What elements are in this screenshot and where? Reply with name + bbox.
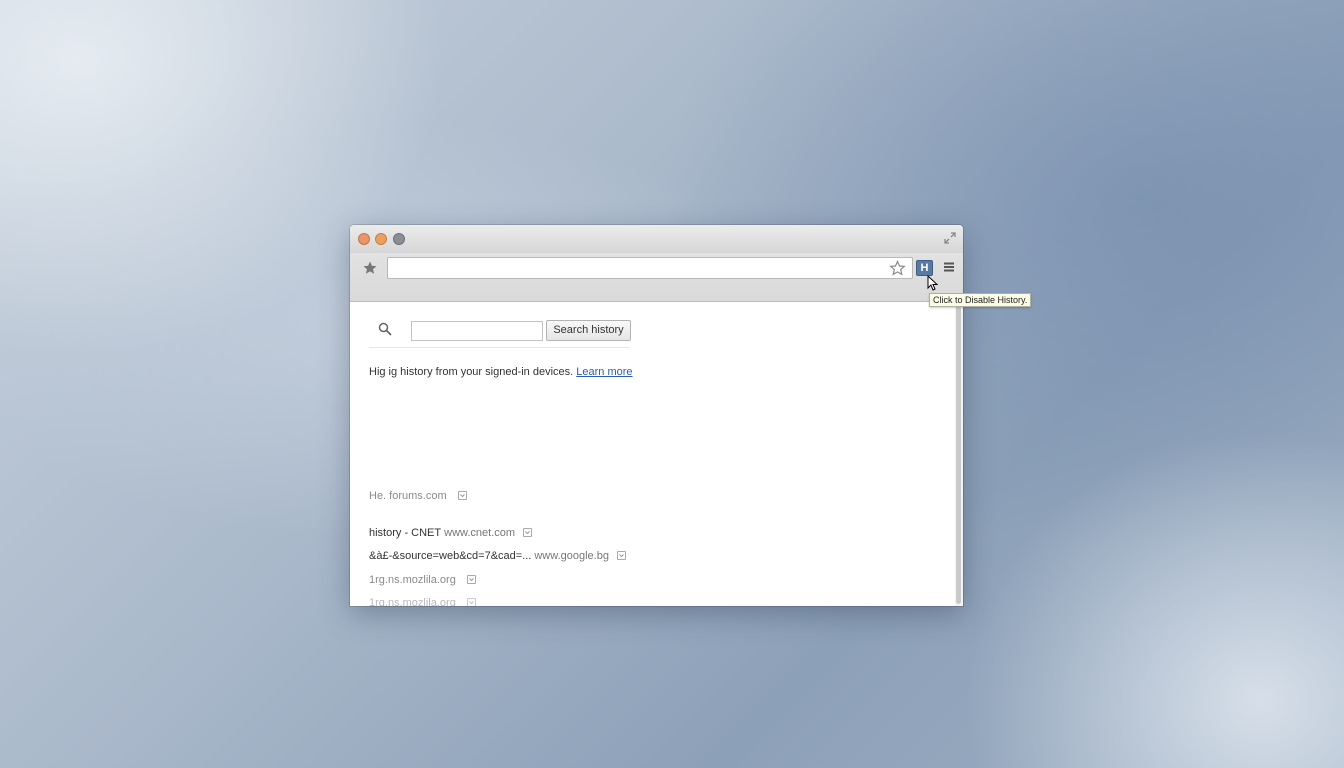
star-icon[interactable]	[889, 260, 906, 277]
entry-title[interactable]: 1rg.ns.mozlila.org	[369, 597, 456, 606]
divider	[369, 347, 630, 348]
chevron-down-icon[interactable]	[457, 490, 467, 500]
history-entry[interactable]: history - CNET www.cnet.com	[369, 527, 533, 539]
vertical-scrollbar[interactable]	[955, 302, 963, 606]
zoom-window-button[interactable]	[393, 233, 405, 245]
history-entry[interactable]: &à£-&source=web&cd=7&cad=... www.google.b…	[369, 550, 626, 562]
scrollbar-thumb[interactable]	[956, 304, 961, 604]
close-window-button[interactable]	[358, 233, 370, 245]
extension-tooltip: Click to Disable History.	[929, 293, 1032, 307]
cursor-icon	[927, 275, 938, 291]
menu-icon[interactable]	[943, 261, 955, 273]
minimize-window-button[interactable]	[375, 233, 387, 245]
chevron-down-icon[interactable]	[616, 550, 626, 560]
learn-more-link[interactable]: Learn more	[576, 366, 632, 378]
history-page: Search history Hig ig history from your …	[350, 302, 955, 606]
title-bar[interactable]	[350, 225, 963, 253]
address-bar[interactable]	[387, 257, 913, 279]
search-history-button[interactable]: Search history	[546, 320, 631, 341]
synced-history-notice: Hig ig history from your signed-in devic…	[369, 366, 633, 378]
entry-domain: www.google.bg	[534, 550, 609, 562]
history-entry[interactable]: 1rg.ns.mozlila.org	[369, 597, 476, 606]
entry-title[interactable]: He. forums.com	[369, 490, 447, 502]
history-entry[interactable]: He. forums.com	[369, 490, 467, 502]
history-extension-button[interactable]: H	[916, 260, 933, 276]
chevron-down-icon[interactable]	[466, 597, 476, 606]
entry-domain: www.cnet.com	[444, 527, 516, 539]
search-icon	[378, 322, 392, 336]
entry-title[interactable]: &à£-&source=web&cd=7&cad=...	[369, 550, 531, 562]
entry-title[interactable]: history - CNET	[369, 527, 441, 539]
fullscreen-icon[interactable]	[943, 231, 957, 245]
search-history-input[interactable]	[411, 321, 543, 341]
browser-toolbar: H	[350, 253, 963, 302]
history-entry[interactable]: 1rg.ns.mozlila.org	[369, 574, 476, 586]
browser-window: H Search history Hig ig history from you…	[350, 225, 963, 606]
chevron-down-icon[interactable]	[466, 574, 476, 584]
notice-text: Hig ig history from your signed-in devic…	[369, 366, 574, 378]
chevron-down-icon[interactable]	[523, 527, 533, 537]
entry-title[interactable]: 1rg.ns.mozlila.org	[369, 574, 456, 586]
bookmark-icon[interactable]	[362, 260, 378, 276]
